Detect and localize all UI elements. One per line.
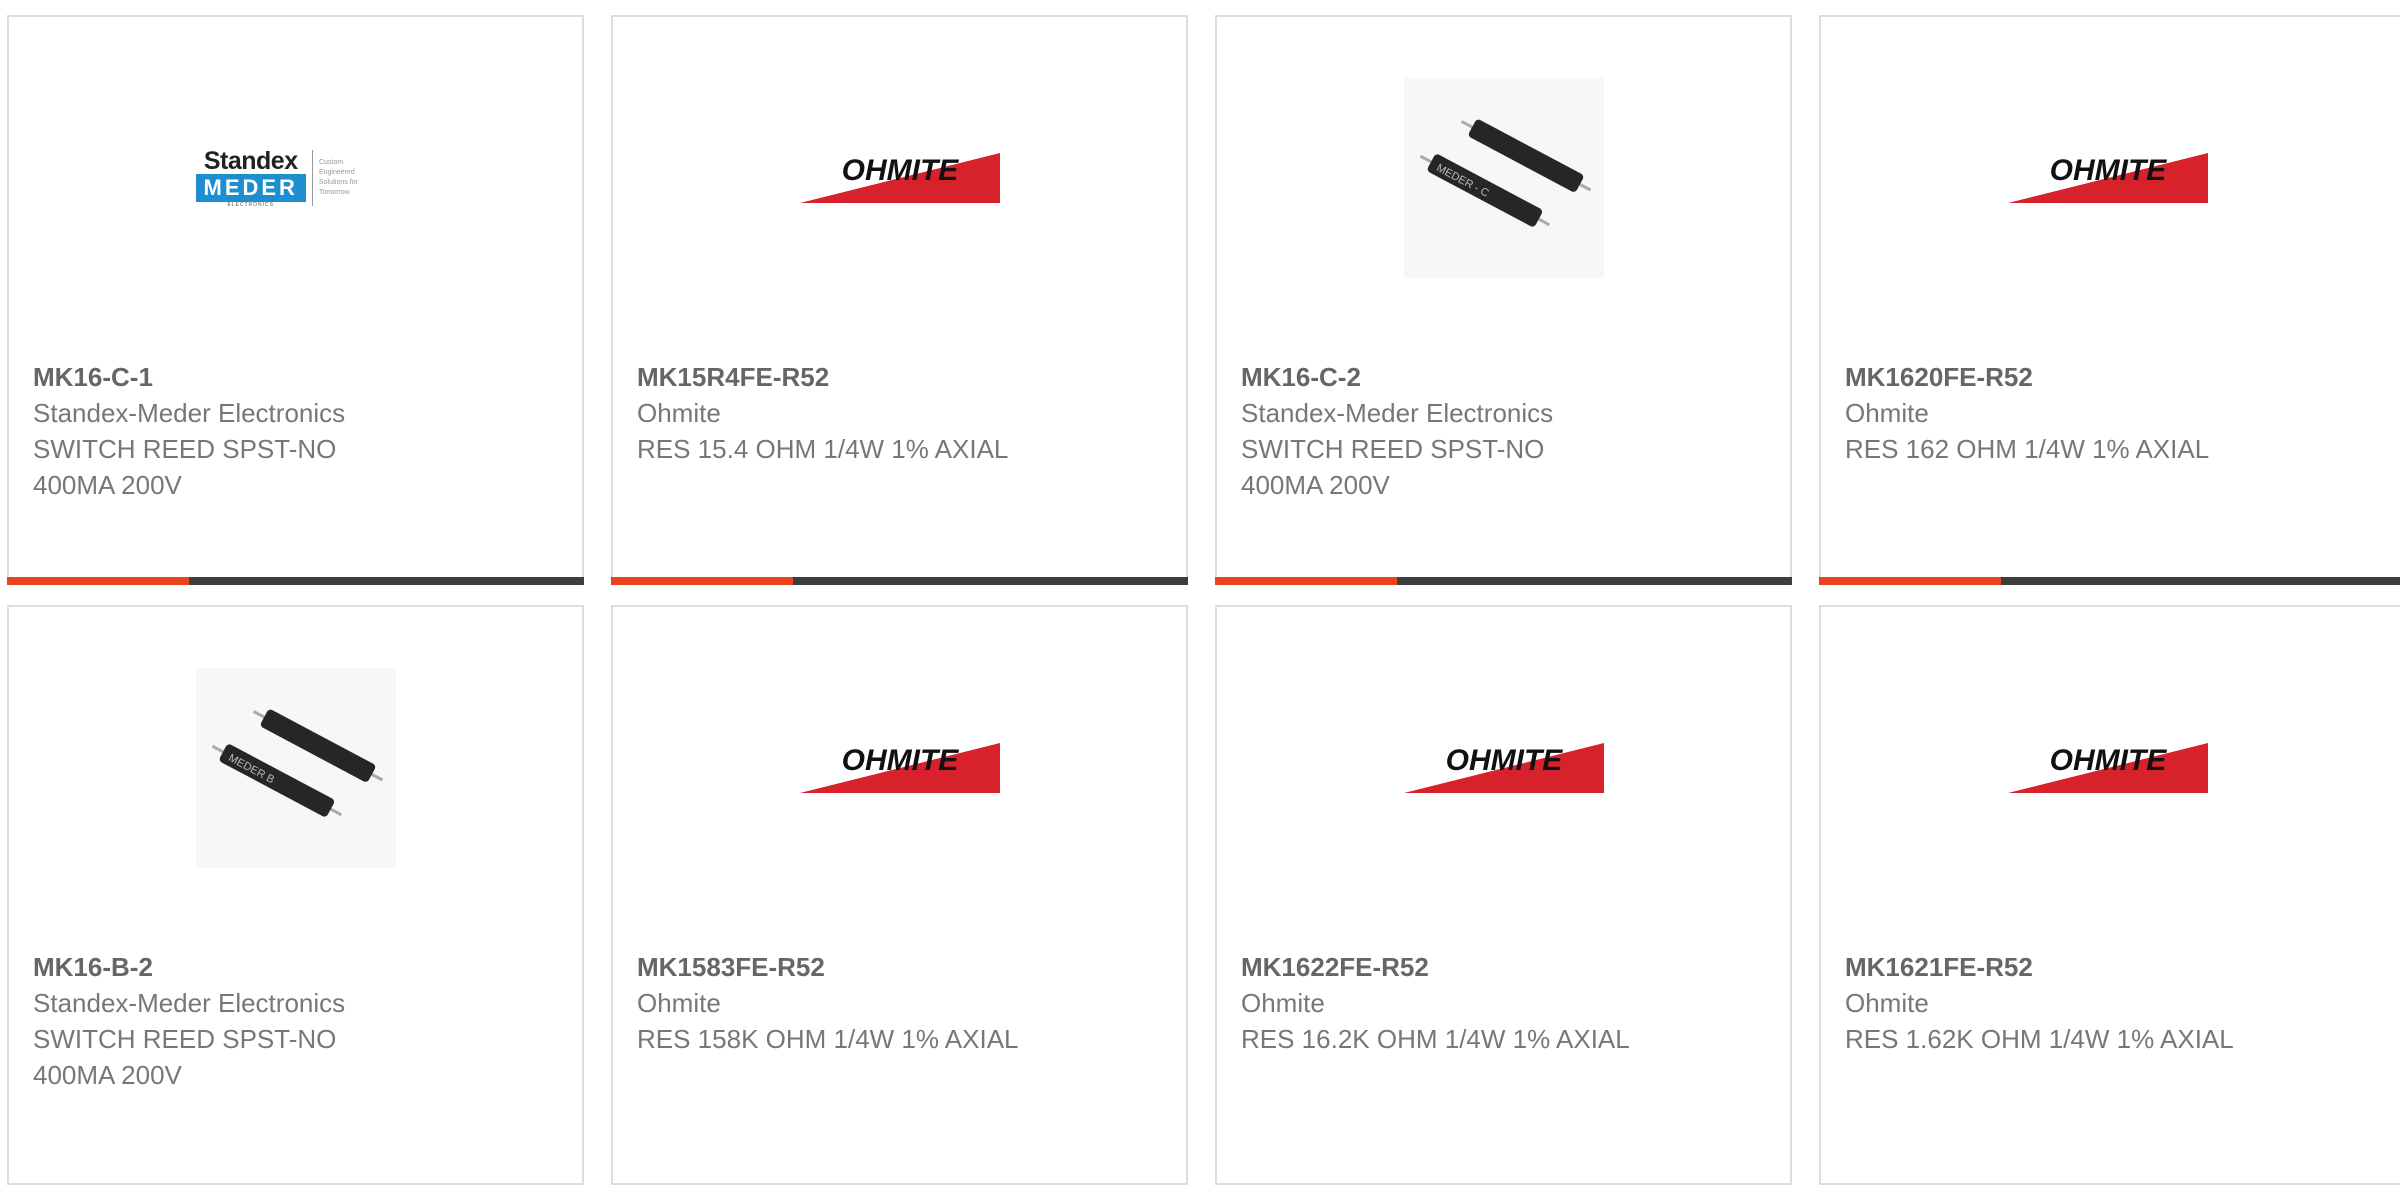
- product-image[interactable]: OHMITE: [1217, 661, 1790, 875]
- product-card[interactable]: MEDER B MK16-B-2 Standex-Meder Electroni…: [7, 605, 584, 1185]
- description: SWITCH REED SPST-NO 400MA 200V: [33, 1024, 337, 1090]
- manufacturer: Standex-Meder Electronics: [1241, 398, 1554, 428]
- product-card[interactable]: OHMITE MK1621FE-R52 Ohmite RES 1.62K OHM…: [1819, 605, 2400, 1185]
- description: SWITCH REED SPST-NO 400MA 200V: [33, 434, 337, 500]
- part-number[interactable]: MK1620FE-R52: [1845, 359, 2387, 395]
- part-number[interactable]: MK1622FE-R52: [1241, 949, 1770, 985]
- meder-subtitle: ELECTRONICS: [227, 201, 274, 208]
- meder-wordmark: MEDER: [195, 173, 306, 202]
- standex-wordmark: Standex: [203, 146, 298, 175]
- card-bar: [611, 577, 1188, 585]
- description: RES 1.62K OHM 1/4W 1% AXIAL: [1845, 1024, 2234, 1054]
- reed-switch-photo: MEDER B: [195, 668, 396, 868]
- card-bar: [7, 577, 584, 585]
- manufacturer: Ohmite: [1845, 988, 1929, 1018]
- logo-divider: [311, 150, 313, 206]
- part-number[interactable]: MK16-B-2: [33, 949, 562, 985]
- description: RES 158K OHM 1/4W 1% AXIAL: [637, 1024, 1019, 1054]
- product-card[interactable]: OHMITE MK15R4FE-R52 Ohmite RES 15.4 OHM …: [611, 15, 1188, 585]
- ohmite-logo: OHMITE: [2007, 743, 2208, 793]
- description: RES 16.2K OHM 1/4W 1% AXIAL: [1241, 1024, 1630, 1054]
- manufacturer: Ohmite: [637, 988, 721, 1018]
- product-image[interactable]: OHMITE: [1821, 661, 2394, 875]
- manufacturer: Standex-Meder Electronics: [33, 398, 346, 428]
- part-number[interactable]: MK16-C-1: [33, 359, 562, 395]
- part-number[interactable]: MK1621FE-R52: [1845, 949, 2387, 985]
- product-image[interactable]: MEDER - C: [1217, 71, 1790, 285]
- logo-tagline: Custom Engineered Solutions for Tomorrow: [318, 159, 358, 196]
- ohmite-logo: OHMITE: [2007, 153, 2208, 203]
- product-card[interactable]: Standex MEDER ELECTRONICS Custom Enginee…: [7, 15, 584, 585]
- part-number[interactable]: MK1583FE-R52: [637, 949, 1166, 985]
- ohmite-wordmark: OHMITE: [841, 744, 959, 777]
- ohmite-logo: OHMITE: [799, 743, 1000, 793]
- ohmite-wordmark: OHMITE: [841, 154, 959, 187]
- ohmite-wordmark: OHMITE: [2049, 154, 2167, 187]
- ohmite-wordmark: OHMITE: [2049, 744, 2167, 777]
- part-number[interactable]: MK16-C-2: [1241, 359, 1770, 395]
- product-card[interactable]: OHMITE MK1620FE-R52 Ohmite RES 162 OHM 1…: [1819, 15, 2400, 585]
- ohmite-logo: OHMITE: [799, 153, 1000, 203]
- product-card[interactable]: OHMITE MK1583FE-R52 Ohmite RES 158K OHM …: [611, 605, 1188, 1185]
- description: RES 162 OHM 1/4W 1% AXIAL: [1845, 434, 2210, 464]
- ohmite-logo: OHMITE: [1403, 743, 1604, 793]
- card-bar-accent: [7, 577, 189, 585]
- manufacturer: Standex-Meder Electronics: [33, 988, 346, 1018]
- card-bar: [1215, 577, 1792, 585]
- ohmite-wordmark: OHMITE: [1445, 744, 1563, 777]
- manufacturer: Ohmite: [1241, 988, 1325, 1018]
- card-bar-accent: [611, 577, 793, 585]
- product-image[interactable]: OHMITE: [613, 71, 1186, 285]
- product-image[interactable]: OHMITE: [1821, 71, 2394, 285]
- description: RES 15.4 OHM 1/4W 1% AXIAL: [637, 434, 1009, 464]
- product-image[interactable]: MEDER B: [9, 661, 582, 875]
- product-image[interactable]: Standex MEDER ELECTRONICS Custom Enginee…: [9, 71, 582, 285]
- manufacturer: Ohmite: [1845, 398, 1929, 428]
- product-image[interactable]: OHMITE: [613, 661, 1186, 875]
- part-number[interactable]: MK15R4FE-R52: [637, 359, 1166, 395]
- product-card[interactable]: OHMITE MK1622FE-R52 Ohmite RES 16.2K OHM…: [1215, 605, 1792, 1185]
- standex-meder-logo: Standex MEDER ELECTRONICS Custom Enginee…: [195, 143, 396, 213]
- card-bar-accent: [1215, 577, 1397, 585]
- description: SWITCH REED SPST-NO 400MA 200V: [1241, 434, 1545, 500]
- card-bar: [1819, 577, 2400, 585]
- card-bar-accent: [1819, 577, 2001, 585]
- product-card[interactable]: MEDER - C MK16-C-2 Standex-Meder Electro…: [1215, 15, 1792, 585]
- reed-switch-photo: MEDER - C: [1403, 78, 1604, 278]
- manufacturer: Ohmite: [637, 398, 721, 428]
- product-grid: Standex MEDER ELECTRONICS Custom Enginee…: [0, 0, 2400, 1185]
